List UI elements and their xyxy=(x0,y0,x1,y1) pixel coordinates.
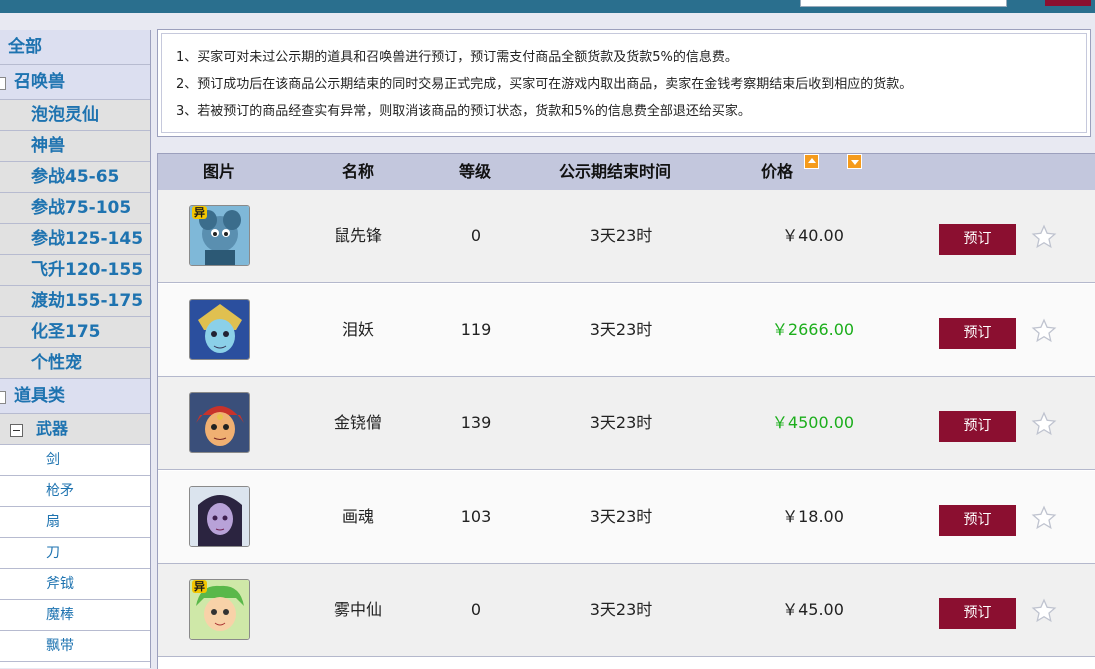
sidebar-group-weapons[interactable]: 武器 xyxy=(0,414,150,445)
header-image: 图片 xyxy=(203,162,236,181)
table-row: 金铙僧 139 3天23时 ￥4500.00 预订 xyxy=(158,377,1095,470)
item-end-time: 3天23时 xyxy=(589,413,653,432)
sidebar-item-summon[interactable]: 神兽 xyxy=(0,131,150,162)
collapse-icon[interactable] xyxy=(0,77,6,90)
item-price: ￥18.00 xyxy=(782,506,844,526)
item-price: ￥2666.00 xyxy=(771,319,855,339)
star-icon[interactable] xyxy=(1031,318,1057,344)
item-end-time: 3天23时 xyxy=(589,600,653,619)
item-name[interactable]: 泪妖 xyxy=(308,284,408,376)
item-name[interactable]: 鼠先锋 xyxy=(308,190,408,282)
reserve-button[interactable]: 预订 xyxy=(939,317,1016,349)
table-header: 图片 名称 等级 公示期结束时间 价格 xyxy=(158,154,1095,190)
sort-descending-icon[interactable] xyxy=(847,154,862,169)
sidebar-category-items[interactable]: 道具类 xyxy=(0,379,150,414)
minus-icon[interactable] xyxy=(10,424,23,437)
sidebar-item-weapon[interactable]: 扇 xyxy=(0,507,150,538)
item-end-time: 3天23时 xyxy=(589,226,653,245)
item-level: 103 xyxy=(460,506,492,526)
sort-ascending-icon[interactable] xyxy=(804,154,819,169)
sidebar-item-weapon[interactable]: 魔棒 xyxy=(0,600,150,631)
table-row: 异 雾中仙 0 3天23时 ￥45.00 预订 xyxy=(158,564,1095,657)
header-price: 价格 xyxy=(761,162,794,181)
mist-fairy-avatar-icon[interactable]: 异 xyxy=(189,579,250,640)
item-name[interactable]: 金铙僧 xyxy=(308,377,408,469)
item-price: ￥40.00 xyxy=(782,226,844,245)
item-name[interactable]: 雾中仙 xyxy=(308,564,408,656)
notice-box: 1、买家可对未过公示期的道具和召唤兽进行预订，预订需支付商品全额货款及货款5%的… xyxy=(157,29,1091,137)
badge: 异 xyxy=(192,580,207,593)
star-icon[interactable] xyxy=(1031,224,1057,250)
top-bar xyxy=(0,0,1095,13)
item-end-time: 3天23时 xyxy=(589,506,653,526)
search-input[interactable] xyxy=(800,0,1007,7)
item-price: ￥4500.00 xyxy=(771,413,855,432)
reserve-button[interactable]: 预订 xyxy=(939,504,1016,536)
sidebar-item-weapon[interactable]: 剑 xyxy=(0,445,150,476)
sidebar-item-summon[interactable]: 飞升120-155 xyxy=(0,255,150,286)
sidebar-item-summon[interactable]: 渡劫155-175 xyxy=(0,286,150,317)
sidebar-item-summon[interactable]: 参战45-65 xyxy=(0,162,150,193)
star-icon[interactable] xyxy=(1031,598,1057,624)
sidebar-item-summon[interactable]: 参战125-145 xyxy=(0,224,150,255)
sidebar-item-summon[interactable]: 化圣175 xyxy=(0,317,150,348)
sidebar-item-summon[interactable]: 参战75-105 xyxy=(0,193,150,224)
reserve-button[interactable]: 预订 xyxy=(939,411,1016,442)
monk-avatar-icon[interactable] xyxy=(189,392,250,453)
sidebar-group-label: 武器 xyxy=(36,419,69,438)
reserve-button[interactable]: 预订 xyxy=(939,224,1016,255)
badge: 异 xyxy=(192,206,207,219)
item-level: 119 xyxy=(460,319,492,339)
category-sidebar: 全部 召唤兽 泡泡灵仙 神兽 参战45-65 参战75-105 参战125-14… xyxy=(0,30,151,668)
sidebar-item-weapon[interactable]: 飘带 xyxy=(0,631,150,662)
item-name[interactable]: 画魂 xyxy=(308,471,408,563)
sidebar-item-weapon[interactable]: 枪矛 xyxy=(0,476,150,507)
collapse-icon[interactable] xyxy=(0,391,6,404)
sidebar-item-all[interactable]: 全部 xyxy=(0,30,150,65)
sidebar-item-weapon[interactable]: 刀 xyxy=(0,538,150,569)
sidebar-item-summon[interactable]: 泡泡灵仙 xyxy=(0,100,150,131)
search-button[interactable] xyxy=(1045,0,1091,6)
star-icon[interactable] xyxy=(1031,411,1057,437)
painted-soul-avatar-icon[interactable] xyxy=(189,485,250,547)
tear-demon-avatar-icon[interactable] xyxy=(189,298,250,360)
sidebar-item-weapon[interactable]: 斧钺 xyxy=(0,569,150,600)
notice-line: 3、若被预订的商品经查实有异常，则取消该商品的预订状态，货款和5%的信息费全部退… xyxy=(176,104,751,119)
item-price: ￥45.00 xyxy=(782,600,844,619)
table-row: 异 鼠先锋 0 3天23时 ￥40.00 预订 xyxy=(158,190,1095,283)
item-level: 139 xyxy=(460,413,492,432)
sidebar-category-label: 道具类 xyxy=(14,386,65,406)
sidebar-category-label: 召唤兽 xyxy=(14,72,65,92)
notice-line: 1、买家可对未过公示期的道具和召唤兽进行预订，预订需支付商品全额货款及货款5%的… xyxy=(176,50,738,65)
header-name: 名称 xyxy=(342,162,375,181)
listing-table: 图片 名称 等级 公示期结束时间 价格 异鼠先锋 0 3天23时 ￥40.00 预订 泪妖… xyxy=(157,153,1095,669)
table-row: 画魂 103 3天23时 ￥18.00 预订 xyxy=(158,470,1095,564)
sidebar-item-summon[interactable]: 个性宠 xyxy=(0,348,150,379)
header-end-time: 公示期结束时间 xyxy=(559,162,672,181)
item-end-time: 3天23时 xyxy=(589,319,653,339)
mouse-pet-avatar-icon[interactable]: 异 xyxy=(189,205,250,266)
star-icon[interactable] xyxy=(1031,505,1057,531)
item-level: 0 xyxy=(470,600,482,619)
header-level: 等级 xyxy=(459,162,492,181)
table-row: 泪妖 119 3天23时 ￥2666.00 预订 xyxy=(158,283,1095,377)
notice-line: 2、预订成功后在该商品公示期结束的同时交易正式完成，买家可在游戏内取出商品，卖家… xyxy=(176,77,913,92)
item-level: 0 xyxy=(470,226,482,245)
reserve-button[interactable]: 预订 xyxy=(939,598,1016,629)
sidebar-category-summon[interactable]: 召唤兽 xyxy=(0,65,150,100)
